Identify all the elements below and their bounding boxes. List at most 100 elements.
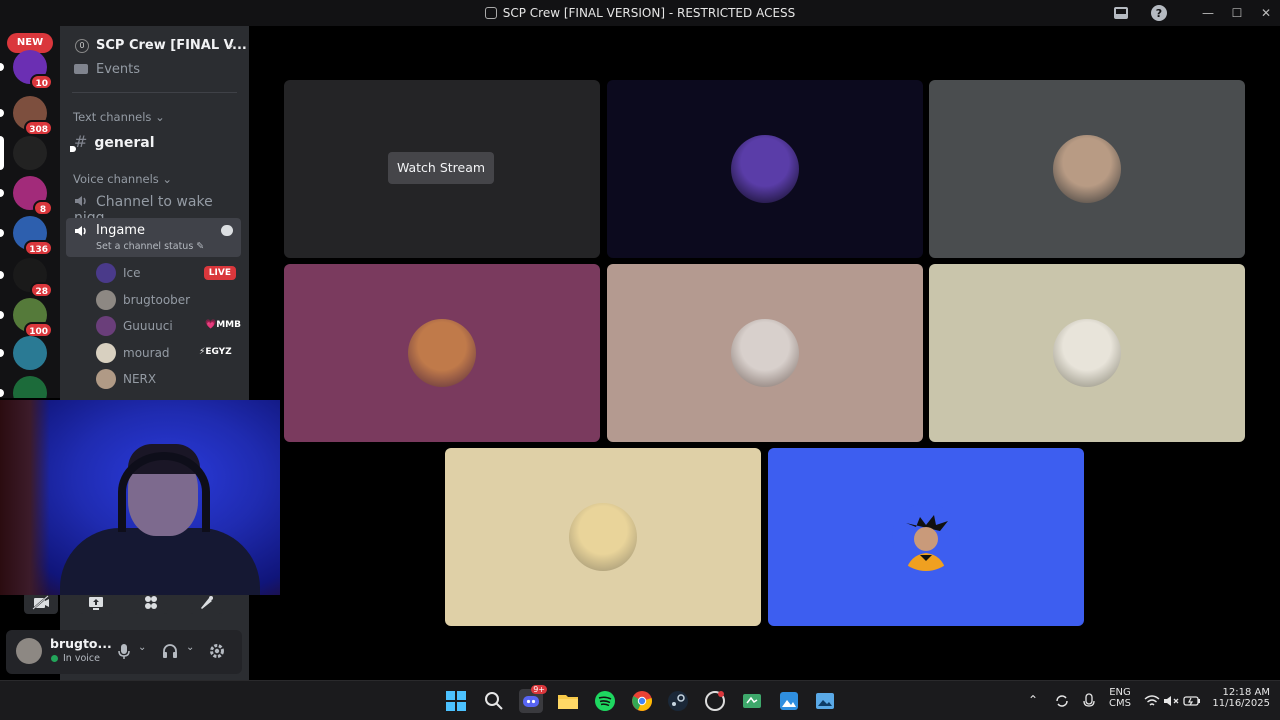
language-indicator[interactable]: ENG CMS [1108, 687, 1132, 709]
close-button[interactable]: ✕ [1251, 4, 1280, 22]
file-explorer-icon[interactable] [556, 689, 580, 713]
self-camera-preview[interactable] [0, 400, 280, 595]
member-name: brugtoober [123, 293, 191, 307]
speaker-icon [75, 226, 86, 236]
activities-button[interactable] [134, 592, 168, 614]
events-item[interactable]: Events [74, 62, 140, 77]
user-panel: brugto... In voice ⌄ ⌄ [6, 630, 242, 674]
watch-stream-button[interactable]: Watch Stream [388, 152, 494, 184]
participant-avatar [408, 319, 476, 387]
mention-badge: 10 [30, 74, 53, 90]
green-server-icon[interactable]: 100 [13, 298, 53, 338]
avatar [96, 369, 116, 389]
participant-tile[interactable] [929, 80, 1245, 258]
video-stage: Watch Stream [249, 26, 1280, 680]
spotify-icon[interactable] [593, 689, 617, 713]
steam-icon[interactable] [666, 689, 690, 713]
la-server-icon[interactable] [13, 376, 47, 398]
camera-off-button[interactable] [24, 592, 58, 614]
username[interactable]: brugto... [50, 636, 112, 651]
participant-avatar [731, 319, 799, 387]
gear-icon[interactable] [209, 642, 225, 660]
blue-server-icon[interactable]: 136 [13, 216, 53, 256]
avatar-server-icon[interactable]: 308 [13, 96, 53, 136]
maximize-button[interactable]: ☐ [1222, 4, 1252, 22]
clock-time: 12:18 AM [1222, 687, 1270, 698]
discord-taskbar-button[interactable]: 9+ [519, 685, 547, 713]
headset [118, 452, 210, 532]
inbox-icon[interactable] [1112, 4, 1130, 22]
voice-channel-ingame[interactable]: Ingame Set a channel status ✎ [66, 218, 241, 257]
soundboard-button[interactable] [189, 592, 223, 614]
clock[interactable]: 12:18 AM 11/16/2025 [1208, 687, 1270, 709]
participant-tile[interactable] [768, 448, 1084, 626]
participant-tile[interactable] [607, 264, 923, 442]
m-logo-server-icon[interactable]: 28 [13, 258, 53, 298]
crown-server-icon[interactable]: 10 [13, 50, 53, 90]
obs-icon[interactable] [703, 689, 727, 713]
window-title: SCP Crew [FINAL VERSION] - RESTRICTED AC… [0, 6, 1280, 20]
help-icon[interactable]: ? [1150, 4, 1168, 22]
voice-member[interactable]: NERX [96, 368, 242, 390]
wifi-icon[interactable] [1144, 693, 1160, 709]
battery-icon[interactable] [1183, 693, 1201, 709]
speaker-icon [75, 196, 86, 206]
windows-start-icon[interactable] [444, 689, 468, 713]
microphone-icon[interactable] [1082, 692, 1096, 710]
photos-icon[interactable] [777, 689, 801, 713]
channel-status[interactable]: Set a channel status ✎ [96, 241, 204, 252]
window-title-text: SCP Crew [FINAL VERSION] - RESTRICTED AC… [502, 6, 796, 20]
channel-name: Ingame [96, 223, 145, 238]
chat-bubble-icon[interactable] [221, 225, 233, 236]
participant-avatar [892, 503, 960, 571]
unread-pill [0, 136, 4, 170]
voice-member[interactable]: mourad ⚡EGYZ [96, 342, 242, 364]
avatar[interactable] [16, 638, 42, 664]
pink-skull-server-icon[interactable]: 8 [13, 176, 53, 216]
server-header[interactable]: 0 SCP Crew [FINAL V... ⌄ [60, 34, 249, 60]
participant-tile[interactable] [607, 80, 923, 258]
chevron-down-icon[interactable]: ⌄ [186, 642, 194, 653]
activities-icon [145, 596, 157, 609]
sync-icon[interactable] [1054, 693, 1070, 709]
voice-member[interactable]: Ice LIVE [96, 262, 242, 284]
unread-pill [0, 63, 4, 71]
language-primary: ENG [1109, 687, 1131, 698]
share-screen-button[interactable] [79, 592, 113, 614]
text-channels-category[interactable]: Text channels ⌄ [73, 110, 165, 124]
mention-badge: 136 [24, 240, 53, 256]
title-bar: SCP Crew [FINAL VERSION] - RESTRICTED AC… [0, 0, 1280, 26]
microphone-icon[interactable] [116, 642, 132, 660]
mention-badge: 308 [24, 120, 53, 136]
channel-general[interactable]: # general [70, 132, 155, 152]
gallery-icon[interactable] [813, 689, 837, 713]
headphones-icon[interactable] [162, 642, 178, 660]
participant-tile[interactable] [284, 264, 600, 442]
unread-pill [0, 271, 4, 279]
mention-badge: 8 [33, 200, 53, 216]
participant-avatar [731, 135, 799, 203]
participant-tile[interactable] [929, 264, 1245, 442]
unread-pill [0, 349, 4, 357]
server-avatar [13, 136, 47, 170]
scp-server-icon[interactable] [13, 136, 47, 170]
minimize-button[interactable]: — [1193, 4, 1223, 22]
chevron-down-icon[interactable]: ⌄ [138, 642, 146, 653]
app-icon[interactable] [740, 689, 764, 713]
volume-muted-icon[interactable] [1163, 693, 1179, 709]
server-boost-icon: 0 [75, 39, 89, 53]
voice-channels-category[interactable]: Voice channels ⌄ [73, 172, 172, 186]
voice-member[interactable]: brugtoober [96, 289, 242, 311]
chrome-icon[interactable] [630, 689, 654, 713]
camera-off-icon [32, 595, 49, 610]
dolphin-server-icon[interactable] [13, 336, 47, 370]
search-icon[interactable] [482, 689, 506, 713]
avatar [96, 290, 116, 310]
voice-member[interactable]: Guuuuci 💗MMB [96, 315, 242, 337]
participant-avatar [569, 503, 637, 571]
participant-avatar [1053, 135, 1121, 203]
category-label: Text channels [73, 110, 152, 124]
tray-overflow-icon[interactable]: ⌃ [1028, 693, 1038, 707]
participant-tile[interactable] [445, 448, 761, 626]
stream-tile[interactable]: Watch Stream [284, 80, 600, 258]
